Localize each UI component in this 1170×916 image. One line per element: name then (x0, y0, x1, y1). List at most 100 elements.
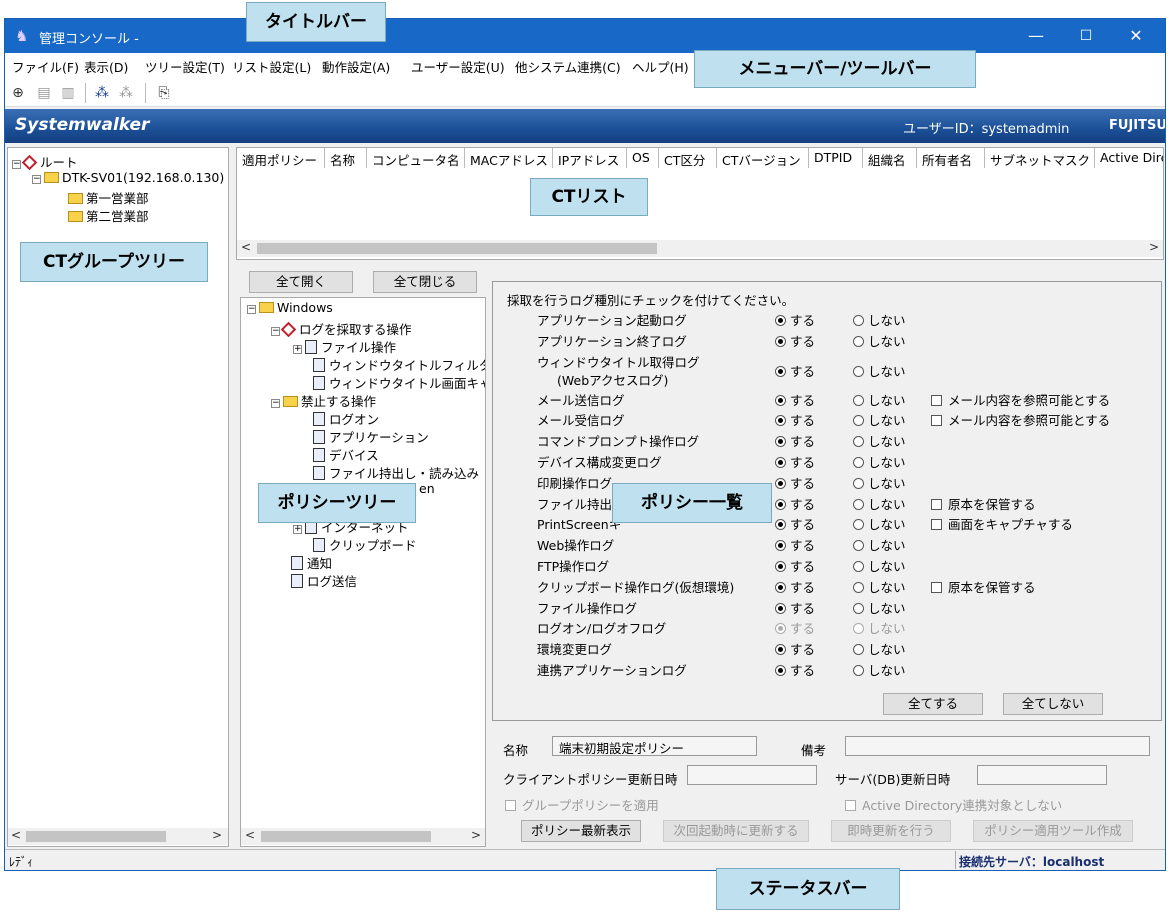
collapse-all-button[interactable]: 全て閉じる (373, 271, 477, 293)
name-field[interactable]: 端末初期設定ポリシー (552, 736, 757, 756)
radio-no-circle[interactable] (853, 394, 864, 406)
radio-yes-circle[interactable] (775, 335, 786, 347)
scroll-left-icon[interactable]: < (245, 828, 255, 842)
policy-option-checkbox[interactable]: 原本を保管する (931, 494, 1036, 513)
col-header[interactable]: サブネットマスク (985, 148, 1095, 168)
radio-yes[interactable]: する (775, 431, 815, 450)
radio-no[interactable]: しない (853, 577, 906, 596)
col-header[interactable]: Active Dire (1095, 148, 1163, 168)
menu-user-settings[interactable]: ユーザー設定(U) (411, 57, 505, 76)
radio-yes[interactable]: する (775, 514, 815, 533)
col-header[interactable]: MACアドレス (465, 148, 553, 168)
radio-yes-circle[interactable] (775, 540, 786, 552)
radio-no[interactable]: しない (853, 535, 906, 554)
radio-no-circle[interactable] (853, 335, 864, 347)
radio-yes-circle[interactable] (775, 477, 786, 489)
radio-no[interactable]: しない (853, 410, 906, 429)
radio-yes[interactable]: する (775, 535, 815, 554)
radio-no-circle[interactable] (853, 315, 864, 326)
radio-no-circle[interactable] (853, 498, 864, 510)
radio-yes[interactable]: する (775, 390, 815, 409)
grid-alt-icon[interactable]: ▥ (59, 84, 77, 102)
policy-tree-hscroll[interactable]: < > (241, 828, 485, 845)
menu-tree-settings[interactable]: ツリー設定(T) (145, 57, 225, 76)
radio-yes-circle[interactable] (775, 415, 786, 427)
radio-no-circle[interactable] (853, 540, 864, 552)
radio-no[interactable]: しない (853, 331, 906, 350)
radio-no[interactable]: しない (853, 361, 906, 380)
tree-node-dept[interactable]: 第二営業部 (68, 206, 149, 225)
radio-yes[interactable]: する (775, 660, 815, 679)
radio-yes-circle[interactable] (775, 315, 786, 326)
radio-yes[interactable]: する (775, 410, 815, 429)
tree-node-notify[interactable]: 通知 (291, 553, 332, 572)
radio-yes[interactable]: する (775, 577, 815, 596)
radio-no-circle[interactable] (853, 581, 864, 593)
all-on-button[interactable]: 全てする (883, 693, 983, 715)
col-header[interactable]: OS (627, 148, 659, 168)
network-disabled-icon[interactable]: ⁂ (117, 84, 135, 102)
radio-no[interactable]: しない (853, 514, 906, 533)
update-next-boot-button[interactable]: 次回起動時に更新する (663, 820, 809, 842)
checkbox-box[interactable] (931, 581, 942, 593)
radio-no[interactable]: しない (853, 310, 906, 329)
radio-no-circle[interactable] (853, 665, 864, 676)
radio-no[interactable]: しない (853, 598, 906, 617)
col-header[interactable]: CTバージョン (717, 148, 809, 168)
policy-tool-button[interactable]: ポリシー適用ツール作成 (973, 820, 1133, 842)
scroll-left-icon[interactable]: < (11, 828, 21, 842)
col-header[interactable]: コンピュータ名 (367, 148, 465, 168)
collapse-toggle[interactable]: − (12, 160, 21, 169)
radio-yes-circle[interactable] (775, 519, 786, 531)
tree-node-file-io[interactable]: ファイル持出し・読み込み (313, 463, 479, 482)
col-header[interactable]: 名称 (325, 148, 367, 168)
menu-help[interactable]: ヘルプ(H) (632, 57, 689, 76)
radio-yes-circle[interactable] (775, 602, 786, 614)
menu-action-settings[interactable]: 動作設定(A) (322, 57, 390, 76)
radio-no[interactable]: しない (853, 556, 906, 575)
radio-yes-circle[interactable] (775, 365, 786, 377)
grid-icon[interactable]: ▤ (35, 84, 53, 102)
scroll-thumb[interactable] (26, 831, 166, 842)
tree-node-file-op[interactable]: + ファイル操作 (293, 337, 396, 356)
radio-yes-circle[interactable] (775, 623, 786, 635)
tree-node-root[interactable]: − ルート (12, 152, 78, 171)
radio-yes[interactable]: する (775, 494, 815, 513)
radio-no-circle[interactable] (853, 644, 864, 656)
checkbox-box[interactable] (931, 415, 942, 427)
radio-yes-circle[interactable] (775, 644, 786, 656)
col-header[interactable]: 所有者名 (917, 148, 985, 168)
collapse-toggle[interactable]: − (247, 305, 256, 314)
radio-yes-circle[interactable] (775, 498, 786, 510)
radio-yes-circle[interactable] (775, 665, 786, 676)
network-icon[interactable]: ⁂ (93, 84, 111, 102)
update-now-button[interactable]: 即時更新を行う (831, 820, 951, 842)
tree-node-logon[interactable]: ログオン (313, 409, 379, 428)
radio-no-circle[interactable] (853, 561, 864, 572)
radio-no-circle[interactable] (853, 623, 864, 635)
scroll-thumb[interactable] (257, 243, 657, 254)
radio-no-circle[interactable] (853, 436, 864, 448)
expand-toggle[interactable]: + (293, 525, 302, 534)
radio-yes-circle[interactable] (775, 457, 786, 468)
ct-list-hscroll[interactable]: < > (237, 240, 1163, 257)
radio-no[interactable]: しない (853, 452, 906, 471)
col-header[interactable]: 組織名 (863, 148, 917, 168)
radio-no[interactable]: しない (853, 660, 906, 679)
checkbox-box[interactable] (931, 394, 942, 406)
checkbox-box[interactable] (931, 519, 942, 531)
scroll-right-icon[interactable]: > (212, 828, 222, 842)
close-button[interactable]: ✕ (1111, 19, 1161, 53)
tree-node-wt-filter[interactable]: ウィンドウタイトルフィルタ (313, 355, 485, 374)
radio-no[interactable]: しない (853, 494, 906, 513)
col-header[interactable]: 適用ポリシー (237, 148, 325, 168)
tree-node-windows[interactable]: − Windows (247, 300, 333, 315)
col-header[interactable]: DTPID (809, 148, 863, 168)
radio-no-circle[interactable] (853, 415, 864, 427)
radio-yes[interactable]: する (775, 556, 815, 575)
radio-yes-circle[interactable] (775, 436, 786, 448)
tree-node-dept[interactable]: 第一営業部 (68, 188, 149, 207)
export-icon[interactable]: ⎘ (155, 84, 173, 102)
radio-yes[interactable]: する (775, 618, 815, 637)
radio-yes[interactable]: する (775, 639, 815, 658)
